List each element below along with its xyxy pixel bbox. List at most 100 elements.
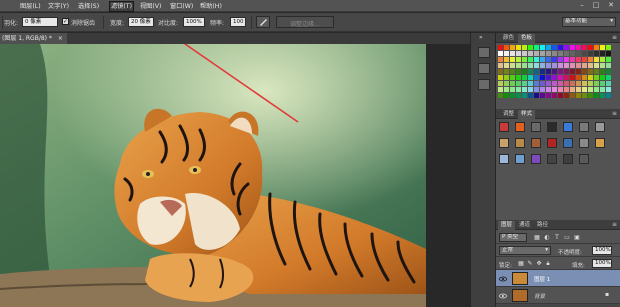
color-swatch[interactable] xyxy=(564,93,569,98)
color-swatch[interactable] xyxy=(582,81,587,86)
color-swatch[interactable] xyxy=(540,87,545,92)
feather-input[interactable]: 0 像素 xyxy=(22,17,58,27)
blend-mode-select[interactable]: 正常 ▾ xyxy=(499,246,551,255)
color-swatch[interactable] xyxy=(552,75,557,80)
lock-transparency-icon[interactable]: ▦ xyxy=(518,261,524,267)
color-swatch[interactable] xyxy=(546,51,551,56)
color-swatch[interactable] xyxy=(600,57,605,62)
color-swatch[interactable] xyxy=(594,51,599,56)
color-swatch[interactable] xyxy=(600,81,605,86)
menu-layer[interactable]: 图层(L) xyxy=(20,2,41,11)
eye-icon[interactable] xyxy=(499,276,507,282)
color-swatch[interactable] xyxy=(576,45,581,50)
color-swatch[interactable] xyxy=(534,57,539,62)
tab-color[interactable]: 颜色 xyxy=(500,34,517,43)
color-swatch[interactable] xyxy=(522,63,527,68)
layer-row-layer1[interactable]: 图层 1 xyxy=(496,270,620,287)
color-swatch[interactable] xyxy=(588,45,593,50)
color-swatch[interactable] xyxy=(552,45,557,50)
tab-channels[interactable]: 通道 xyxy=(516,221,533,230)
layer-row-background[interactable]: 背景 ▪ xyxy=(496,287,620,304)
antialias-checkbox[interactable]: ✓ xyxy=(62,18,69,25)
color-swatch[interactable] xyxy=(552,51,557,56)
color-swatch[interactable] xyxy=(552,87,557,92)
color-swatch[interactable] xyxy=(570,63,575,68)
color-swatch[interactable] xyxy=(504,51,509,56)
color-swatch[interactable] xyxy=(606,75,611,80)
frequency-input[interactable]: 100 xyxy=(230,17,246,27)
color-swatch[interactable] xyxy=(540,63,545,68)
color-swatch[interactable] xyxy=(534,75,539,80)
color-swatch[interactable] xyxy=(582,45,587,50)
color-swatch[interactable] xyxy=(540,93,545,98)
opacity-input[interactable]: 100% xyxy=(592,246,612,255)
menu-select[interactable]: 选择(S) xyxy=(78,2,99,11)
color-swatch[interactable] xyxy=(600,75,605,80)
color-swatch[interactable] xyxy=(546,63,551,68)
color-swatch[interactable] xyxy=(564,75,569,80)
color-swatch[interactable] xyxy=(510,63,515,68)
color-swatch[interactable] xyxy=(498,81,503,86)
color-swatch[interactable] xyxy=(558,57,563,62)
color-swatch[interactable] xyxy=(528,75,533,80)
color-swatch[interactable] xyxy=(504,87,509,92)
color-swatch[interactable] xyxy=(588,75,593,80)
color-swatch[interactable] xyxy=(588,93,593,98)
color-swatch[interactable] xyxy=(558,63,563,68)
color-swatch[interactable] xyxy=(558,51,563,56)
color-swatch[interactable] xyxy=(510,45,515,50)
color-swatch[interactable] xyxy=(498,45,503,50)
color-swatch[interactable] xyxy=(522,93,527,98)
color-swatch[interactable] xyxy=(528,57,533,62)
color-swatch[interactable] xyxy=(498,63,503,68)
color-swatch[interactable] xyxy=(546,87,551,92)
menu-type[interactable]: 文字(Y) xyxy=(48,2,69,11)
style-preset[interactable] xyxy=(595,122,605,132)
color-swatch[interactable] xyxy=(576,63,581,68)
color-swatch[interactable] xyxy=(606,63,611,68)
color-swatch[interactable] xyxy=(528,45,533,50)
color-swatch[interactable] xyxy=(600,63,605,68)
color-swatch[interactable] xyxy=(504,75,509,80)
style-preset[interactable] xyxy=(595,138,605,148)
color-swatch[interactable] xyxy=(522,57,527,62)
color-swatch[interactable] xyxy=(594,45,599,50)
color-swatch[interactable] xyxy=(594,87,599,92)
tab-paths[interactable]: 路径 xyxy=(534,221,551,230)
pen-pressure-button[interactable] xyxy=(256,16,270,28)
color-swatch[interactable] xyxy=(504,63,509,68)
color-swatch[interactable] xyxy=(570,57,575,62)
panel-menu-icon[interactable]: ≡ xyxy=(612,110,617,117)
color-swatch[interactable] xyxy=(570,69,575,74)
color-swatch[interactable] xyxy=(516,63,521,68)
color-swatch[interactable] xyxy=(558,45,563,50)
tab-swatches[interactable]: 色板 xyxy=(518,34,536,43)
color-swatch[interactable] xyxy=(594,75,599,80)
layer-filter-select[interactable]: P 类型 xyxy=(499,233,527,242)
color-swatch[interactable] xyxy=(522,51,527,56)
character-icon[interactable] xyxy=(478,79,490,90)
color-swatch[interactable] xyxy=(516,75,521,80)
color-swatch[interactable] xyxy=(528,69,533,74)
color-swatch[interactable] xyxy=(594,57,599,62)
width-input[interactable]: 20 像素 xyxy=(128,17,154,27)
color-swatch[interactable] xyxy=(546,69,551,74)
style-preset[interactable] xyxy=(547,122,557,132)
color-swatch[interactable] xyxy=(510,57,515,62)
color-swatch[interactable] xyxy=(582,75,587,80)
lock-brush-icon[interactable]: ✎ xyxy=(527,261,533,267)
color-swatch[interactable] xyxy=(504,57,509,62)
style-preset[interactable] xyxy=(579,138,589,148)
color-swatch[interactable] xyxy=(498,57,503,62)
color-swatch[interactable] xyxy=(540,69,545,74)
history-icon[interactable] xyxy=(478,47,490,58)
lock-move-icon[interactable]: ✥ xyxy=(536,261,542,267)
tab-styles[interactable]: 样式 xyxy=(518,110,536,119)
color-swatch[interactable] xyxy=(510,75,515,80)
color-swatch[interactable] xyxy=(576,75,581,80)
color-swatch[interactable] xyxy=(600,45,605,50)
style-preset[interactable] xyxy=(563,122,573,132)
color-swatch[interactable] xyxy=(510,93,515,98)
color-swatch[interactable] xyxy=(588,81,593,86)
color-swatch[interactable] xyxy=(564,69,569,74)
